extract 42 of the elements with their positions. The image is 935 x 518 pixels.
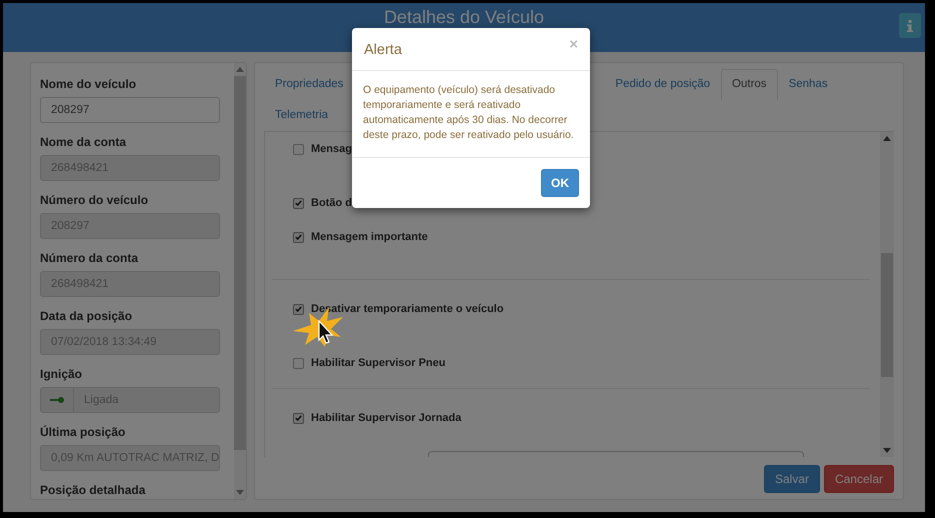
close-button[interactable]: × <box>569 36 578 52</box>
input-field[interactable]: 208297 <box>40 97 220 123</box>
tab[interactable]: Senhas <box>778 69 839 100</box>
scroll-down-icon <box>883 448 891 453</box>
checkbox[interactable] <box>293 232 304 242</box>
window-title: Detalhes do Veículo <box>384 7 544 28</box>
tab[interactable]: Telemetria <box>264 100 340 131</box>
option-label: Botão d <box>311 197 352 209</box>
scrollbar[interactable] <box>234 63 246 499</box>
tab[interactable]: Propriedades <box>264 69 354 100</box>
field-label: Ignição <box>40 367 84 381</box>
field-label: Posição detalhada <box>40 483 146 497</box>
tab[interactable]: Pedido de posição <box>604 69 722 100</box>
scroll-up-icon <box>236 67 244 72</box>
option-label: Mensagem importante <box>311 231 428 243</box>
checkbox[interactable] <box>293 412 304 424</box>
ok-button[interactable]: OK <box>541 169 579 197</box>
info-button[interactable] <box>899 13 921 38</box>
key-icon <box>50 397 64 403</box>
dialog-title: Alerta <box>364 42 402 58</box>
checkbox[interactable] <box>293 144 304 154</box>
field-label: Nome da conta <box>40 135 128 149</box>
scrollbar[interactable] <box>880 132 894 457</box>
scroll-up-icon <box>883 136 891 141</box>
alert-message: O equipamento (veículo) será desativado temporariamente e será reativado automaticamente após 30 dias. No decorrer deste prazo, pode ser reativado pelo usuário. <box>363 83 575 143</box>
info-icon <box>907 20 913 32</box>
tab[interactable]: Outros <box>721 69 778 100</box>
field-label: Nome do veículo <box>40 77 138 91</box>
option-label: Habilitar Supervisor Jornada <box>311 412 462 424</box>
field-label: Data da posição <box>40 309 134 323</box>
checkbox[interactable] <box>293 304 304 314</box>
option-label: Desativar temporariamente o veículo <box>311 303 504 315</box>
checkbox[interactable] <box>293 198 304 208</box>
action-button[interactable]: Cancelar <box>824 465 894 493</box>
checkbox[interactable] <box>293 358 304 368</box>
field-label: Número do veículo <box>40 193 150 207</box>
field-label: Última posição <box>40 425 126 439</box>
scroll-down-icon <box>236 490 244 495</box>
option-label: Mensag <box>311 143 352 155</box>
action-button[interactable]: Salvar <box>764 465 820 493</box>
field-label: Número da conta <box>40 251 140 265</box>
option-label: Habilitar Supervisor Pneu <box>311 357 446 369</box>
